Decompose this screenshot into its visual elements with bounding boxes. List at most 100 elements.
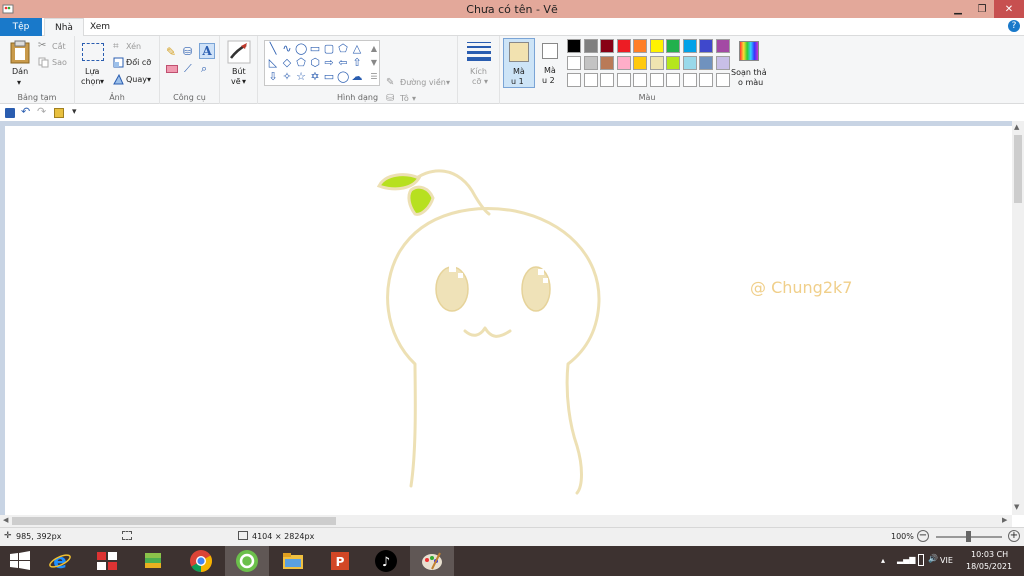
oval-shape-icon[interactable]: ◯ (295, 43, 307, 55)
tab-view[interactable]: Xem (80, 18, 120, 36)
six-point-star-shape-icon[interactable]: ✡ (309, 71, 321, 83)
line-shape-icon[interactable]: ╲ (267, 43, 279, 55)
fill-label[interactable]: Tô (400, 94, 409, 103)
color-swatch[interactable] (583, 39, 598, 53)
brush-label-1[interactable]: Bút (232, 67, 246, 76)
size-dropdown-icon[interactable]: ▾ (484, 77, 488, 86)
crop-label[interactable]: Xén (126, 42, 141, 51)
cut-label[interactable]: Cắt (52, 42, 66, 51)
four-point-star-shape-icon[interactable]: ✧ (281, 71, 293, 83)
zoom-in-icon[interactable]: + (1008, 530, 1020, 542)
undo-icon[interactable]: ↶ (21, 105, 30, 118)
restore-button[interactable]: ❐ (970, 0, 994, 18)
copy-icon[interactable] (38, 57, 49, 68)
magnifier-icon[interactable]: ⌕ (201, 62, 207, 76)
fill-dropdown-icon[interactable]: ▾ (412, 94, 416, 103)
color-swatch[interactable] (649, 56, 664, 70)
custom-color-swatch[interactable] (699, 73, 713, 87)
close-button[interactable]: ✕ (994, 0, 1024, 18)
windows-start-icon[interactable] (8, 549, 32, 573)
color1-button[interactable]: Mà u 1 (503, 38, 535, 88)
color-swatch[interactable] (715, 56, 730, 70)
left-arrow-shape-icon[interactable]: ⇦ (337, 57, 349, 69)
fill-icon[interactable]: ⛁ (386, 93, 394, 104)
bluestacks-icon[interactable] (141, 549, 165, 573)
color-swatch[interactable] (583, 56, 598, 70)
resize-label[interactable]: Đổi cỡ (126, 58, 151, 67)
callout-rect-shape-icon[interactable]: ▭ (323, 71, 335, 83)
outline-icon[interactable]: ✎ (386, 77, 394, 88)
select-label-2[interactable]: chọn (81, 77, 100, 86)
outline-dropdown-icon[interactable]: ▾ (446, 78, 450, 87)
color-swatch[interactable] (616, 39, 631, 53)
minimize-button[interactable]: ▁ (946, 0, 970, 18)
color-swatch[interactable] (666, 56, 680, 70)
input-language[interactable]: VIE (940, 556, 953, 565)
color-swatch[interactable] (633, 39, 647, 53)
up-arrow-shape-icon[interactable]: ⇧ (351, 57, 363, 69)
color-swatch[interactable] (715, 39, 730, 53)
app-grid-icon[interactable] (95, 549, 119, 573)
horizontal-scrollbar[interactable]: ◀ ▶ (0, 515, 1012, 527)
zoom-out-icon[interactable]: − (917, 530, 929, 542)
customize-qat-icon[interactable]: ▾ (72, 107, 77, 117)
color-swatch[interactable] (699, 39, 713, 53)
size-label-2[interactable]: cỡ (472, 77, 481, 86)
crop-icon[interactable]: ⌗ (113, 41, 119, 52)
tab-file[interactable]: Tệp (0, 18, 42, 36)
custom-color-swatch[interactable] (666, 73, 680, 87)
color-swatch[interactable] (616, 56, 631, 70)
redo-icon[interactable]: ↷ (37, 105, 46, 118)
scroll-down-icon[interactable]: ▼ (368, 57, 380, 69)
scroll-right-arrow-icon[interactable]: ▶ (1002, 516, 1007, 524)
brush-label-2[interactable]: vẽ (231, 77, 241, 86)
color-swatch[interactable] (567, 39, 581, 53)
clock-time[interactable]: 10:03 CH (971, 550, 1008, 559)
color-swatch[interactable] (666, 39, 680, 53)
file-explorer-icon[interactable] (281, 549, 305, 573)
select-icon[interactable] (82, 43, 104, 61)
paint-taskbar-icon[interactable] (420, 549, 444, 573)
coccoc-browser-icon[interactable] (235, 549, 259, 573)
clock-date[interactable]: 18/05/2021 (966, 562, 1012, 571)
show-hidden-icons[interactable]: ▴ (881, 556, 885, 565)
scroll-left-arrow-icon[interactable]: ◀ (3, 516, 8, 524)
rotate-label[interactable]: Quay (126, 75, 147, 84)
color-picker-icon[interactable]: ⟋ (184, 62, 192, 76)
copy-label[interactable]: Sao (52, 58, 67, 67)
paste-icon[interactable] (10, 40, 30, 64)
right-arrow-shape-icon[interactable]: ⇨ (323, 57, 335, 69)
custom-color-swatch[interactable] (715, 73, 730, 87)
color-swatch[interactable] (682, 39, 697, 53)
hexagon-shape-icon[interactable]: ⬡ (309, 57, 321, 69)
vertical-scrollbar[interactable]: ▲ ▼ (1012, 121, 1024, 515)
color-swatch[interactable] (699, 56, 713, 70)
custom-color-swatch[interactable] (583, 73, 598, 87)
help-icon[interactable]: ? (1008, 20, 1020, 32)
color-swatch[interactable] (567, 56, 581, 70)
chrome-icon[interactable] (189, 549, 213, 573)
custom-color-swatch[interactable] (633, 73, 647, 87)
diamond-shape-icon[interactable]: ◇ (281, 57, 293, 69)
callout-cloud-shape-icon[interactable]: ☁ (351, 71, 363, 83)
size-label-1[interactable]: Kích (470, 67, 487, 76)
custom-color-swatch[interactable] (616, 73, 631, 87)
rounded-rectangle-shape-icon[interactable]: ▢ (323, 43, 335, 55)
color2-button[interactable]: Mà u 2 (537, 38, 565, 88)
scroll-up-icon[interactable]: ▲ (368, 43, 380, 55)
pentagon-shape-icon[interactable]: ⬠ (295, 57, 307, 69)
color-swatch[interactable] (649, 39, 664, 53)
five-point-star-shape-icon[interactable]: ☆ (295, 71, 307, 83)
curve-shape-icon[interactable]: ∿ (281, 43, 293, 55)
tab-home[interactable]: Nhà (44, 18, 84, 37)
select-label-1[interactable]: Lựa (85, 67, 99, 76)
size-icon[interactable] (467, 42, 491, 62)
color-swatch[interactable] (633, 56, 647, 70)
resize-icon[interactable] (113, 57, 124, 68)
paste-label[interactable]: Dán (12, 67, 28, 76)
more-shapes-icon[interactable]: ☰ (368, 71, 380, 83)
custom-color-swatch[interactable] (649, 73, 664, 87)
select-dropdown-icon[interactable]: ▾ (100, 77, 104, 86)
right-triangle-shape-icon[interactable]: ◺ (267, 57, 279, 69)
brush-icon[interactable] (227, 40, 251, 64)
